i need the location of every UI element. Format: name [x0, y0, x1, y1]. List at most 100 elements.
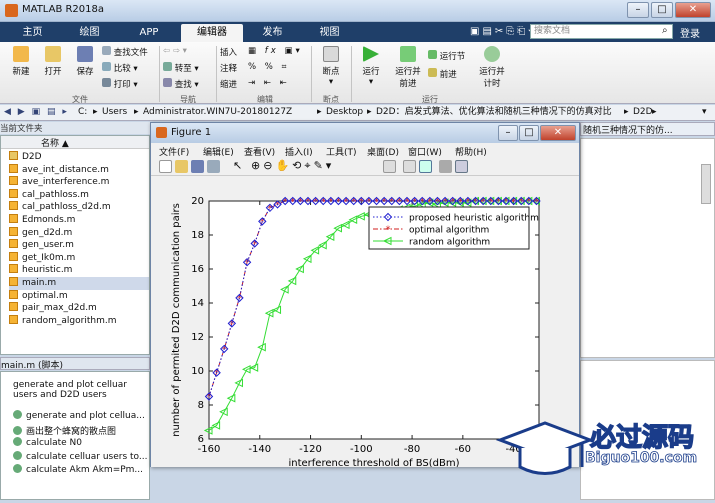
goto-button[interactable]: 转至 ▾ — [163, 62, 213, 74]
new-button[interactable]: 新建 — [6, 46, 36, 77]
zoom-out-icon[interactable]: ⊖ — [263, 159, 275, 172]
menu-file[interactable]: 文件(F) — [159, 145, 189, 158]
file-item[interactable]: heuristic.m — [9, 264, 149, 277]
editor-tab-header[interactable]: 随机三种情况下的仿... — [580, 122, 715, 136]
path-d2d[interactable]: D2D — [633, 105, 653, 120]
comment-icon[interactable]: % — [248, 62, 259, 72]
file-item[interactable]: get_Ik0m.m — [9, 251, 149, 265]
breakpoints-button[interactable]: 断点 ▾ — [314, 46, 348, 87]
insert-section-icon[interactable]: ▦ — [248, 46, 259, 56]
comment-tool-icons[interactable]: % % ⌗ — [248, 62, 308, 72]
path-c[interactable]: C: — [78, 105, 87, 120]
brush-icon[interactable]: ✎ — [314, 159, 326, 172]
menu-edit[interactable]: 编辑(E) — [203, 145, 234, 158]
find-files-button[interactable]: 查找文件 — [102, 46, 157, 58]
nav-buttons[interactable]: ◀ ▶ ▣ ▤ ▸ — [4, 105, 69, 120]
details-item[interactable]: generate and plot cellua... — [13, 410, 149, 421]
wrap-icon[interactable]: ⌗ — [282, 62, 290, 72]
up-folder-icon[interactable]: ▣ — [32, 107, 43, 117]
maximize-button[interactable]: □ — [651, 2, 673, 18]
tab-view[interactable]: 视图 — [302, 24, 357, 42]
file-item[interactable]: ave_int_distance.m — [9, 163, 149, 177]
menu-desktop[interactable]: 桌面(D) — [367, 145, 399, 158]
address-dropdown[interactable]: ▾ — [702, 105, 707, 120]
details-item[interactable]: calculate N0 — [13, 437, 149, 448]
outdent-icon[interactable]: ⇤ — [280, 78, 290, 88]
hide-tools-icon[interactable] — [439, 160, 452, 173]
run-button[interactable]: 运行 ▾ — [355, 46, 387, 87]
new-figure-icon[interactable] — [159, 160, 172, 173]
rotate-icon[interactable]: ⟲ — [292, 159, 304, 172]
figure-minimize-button[interactable]: – — [498, 125, 518, 141]
path-user[interactable]: Administrator.WIN7U-20180127Z — [143, 105, 292, 120]
legend-icon[interactable] — [419, 160, 432, 173]
search-icon[interactable]: ⌕ — [662, 25, 668, 36]
save-button[interactable]: 保存 — [70, 46, 100, 77]
file-column-header[interactable]: 名称 ▲ — [1, 136, 149, 149]
tab-apps[interactable]: APP — [119, 24, 179, 42]
address-bar[interactable]: ◀ ▶ ▣ ▤ ▸ C: ▸ Users ▸ Administrator.WIN… — [0, 105, 715, 121]
show-tools-icon[interactable] — [455, 160, 468, 173]
pan-icon[interactable]: ✋ — [275, 159, 292, 172]
open-button[interactable]: 打开 — [38, 46, 68, 77]
file-item[interactable]: pair_max_d2d.m — [9, 302, 149, 315]
tab-editor[interactable]: 编辑器 — [181, 24, 243, 42]
tab-publish[interactable]: 发布 — [245, 24, 300, 42]
path-users[interactable]: Users — [102, 105, 127, 120]
print-figure-icon[interactable] — [207, 160, 220, 173]
smart-indent-icon[interactable]: ⇥ — [248, 78, 258, 88]
print-button[interactable]: 打印 ▾ — [102, 78, 157, 90]
minimize-button[interactable]: – — [627, 2, 649, 18]
close-button[interactable]: ✕ — [675, 2, 711, 18]
indent-button[interactable]: 缩进 — [220, 78, 246, 90]
format-icon[interactable]: ▣ — [284, 46, 295, 56]
file-item[interactable]: random_algorithm.m — [9, 314, 149, 328]
nav-arrows[interactable]: ⇦ ⇨ ▾ — [163, 46, 213, 56]
menu-view[interactable]: 查看(V) — [244, 145, 275, 158]
file-item[interactable]: gen_user.m — [9, 239, 149, 252]
open-file-icon[interactable] — [175, 160, 188, 173]
editor-scrollbar[interactable] — [701, 164, 711, 204]
fx-icon[interactable]: fx — [265, 46, 279, 56]
percent-icon[interactable]: % — [265, 62, 276, 72]
comment-button[interactable]: 注释 — [220, 62, 246, 74]
file-item[interactable]: D2D — [9, 151, 149, 164]
menu-window[interactable]: 窗口(W) — [408, 145, 442, 158]
edit-tool-icons[interactable]: ▦ fx ▣▾ — [248, 46, 308, 56]
zoom-in-icon[interactable]: ⊕ — [251, 159, 263, 172]
details-item[interactable]: calculate Akm Akm=Pm... — [13, 464, 149, 475]
save-figure-icon[interactable] — [191, 160, 204, 173]
browse-folder-icon[interactable]: ▤ — [47, 107, 58, 117]
figure-maximize-button[interactable]: □ — [519, 125, 539, 141]
file-item[interactable]: cal_pathloss_d2d.m — [9, 201, 149, 214]
file-item[interactable]: cal_pathloss.m — [9, 188, 149, 202]
colorbar-icon[interactable] — [403, 160, 416, 173]
menu-help[interactable]: 帮助(H) — [455, 145, 487, 158]
run-advance-button[interactable]: 运行并 前进 — [390, 46, 426, 89]
path-desktop[interactable]: Desktop — [326, 105, 363, 120]
compare-button[interactable]: 比较 ▾ — [102, 62, 157, 74]
file-item[interactable]: gen_d2d.m — [9, 226, 149, 240]
tab-plots[interactable]: 绘图 — [62, 24, 117, 42]
file-item[interactable]: optimal.m — [9, 289, 149, 303]
link-plot-icon[interactable] — [383, 160, 396, 173]
run-section-button[interactable]: 运行节 — [428, 50, 472, 62]
data-cursor-icon[interactable]: ⌖ — [304, 159, 313, 172]
tab-home[interactable]: 主页 — [5, 24, 60, 42]
login-link[interactable]: 登录 — [680, 25, 700, 40]
file-item[interactable]: Edmonds.m — [9, 214, 149, 227]
indent-icon[interactable]: ⇤ — [264, 78, 274, 88]
menu-insert[interactable]: 插入(I) — [285, 145, 313, 158]
find-button[interactable]: 查找 ▾ — [163, 78, 213, 90]
pointer-icon[interactable]: ↖ — [233, 159, 242, 172]
details-item[interactable]: calculate celluar users to... — [13, 450, 149, 462]
insert-button[interactable]: 插入 — [220, 46, 246, 58]
zoom-pan-icons[interactable]: ⊕⊖✋⟲⌖✎▾ — [251, 159, 334, 173]
file-item[interactable]: ave_interference.m — [9, 176, 149, 189]
search-input[interactable]: 搜索文档 — [530, 24, 673, 39]
advance-button[interactable]: 前进 — [428, 68, 472, 80]
run-time-button[interactable]: 运行并 计时 — [474, 46, 510, 89]
menu-tools[interactable]: 工具(T) — [326, 145, 357, 158]
editor-area[interactable] — [580, 138, 715, 358]
path-project[interactable]: D2D：启发式算法、优化算法和随机三种情况下的仿真对比 — [376, 105, 622, 120]
